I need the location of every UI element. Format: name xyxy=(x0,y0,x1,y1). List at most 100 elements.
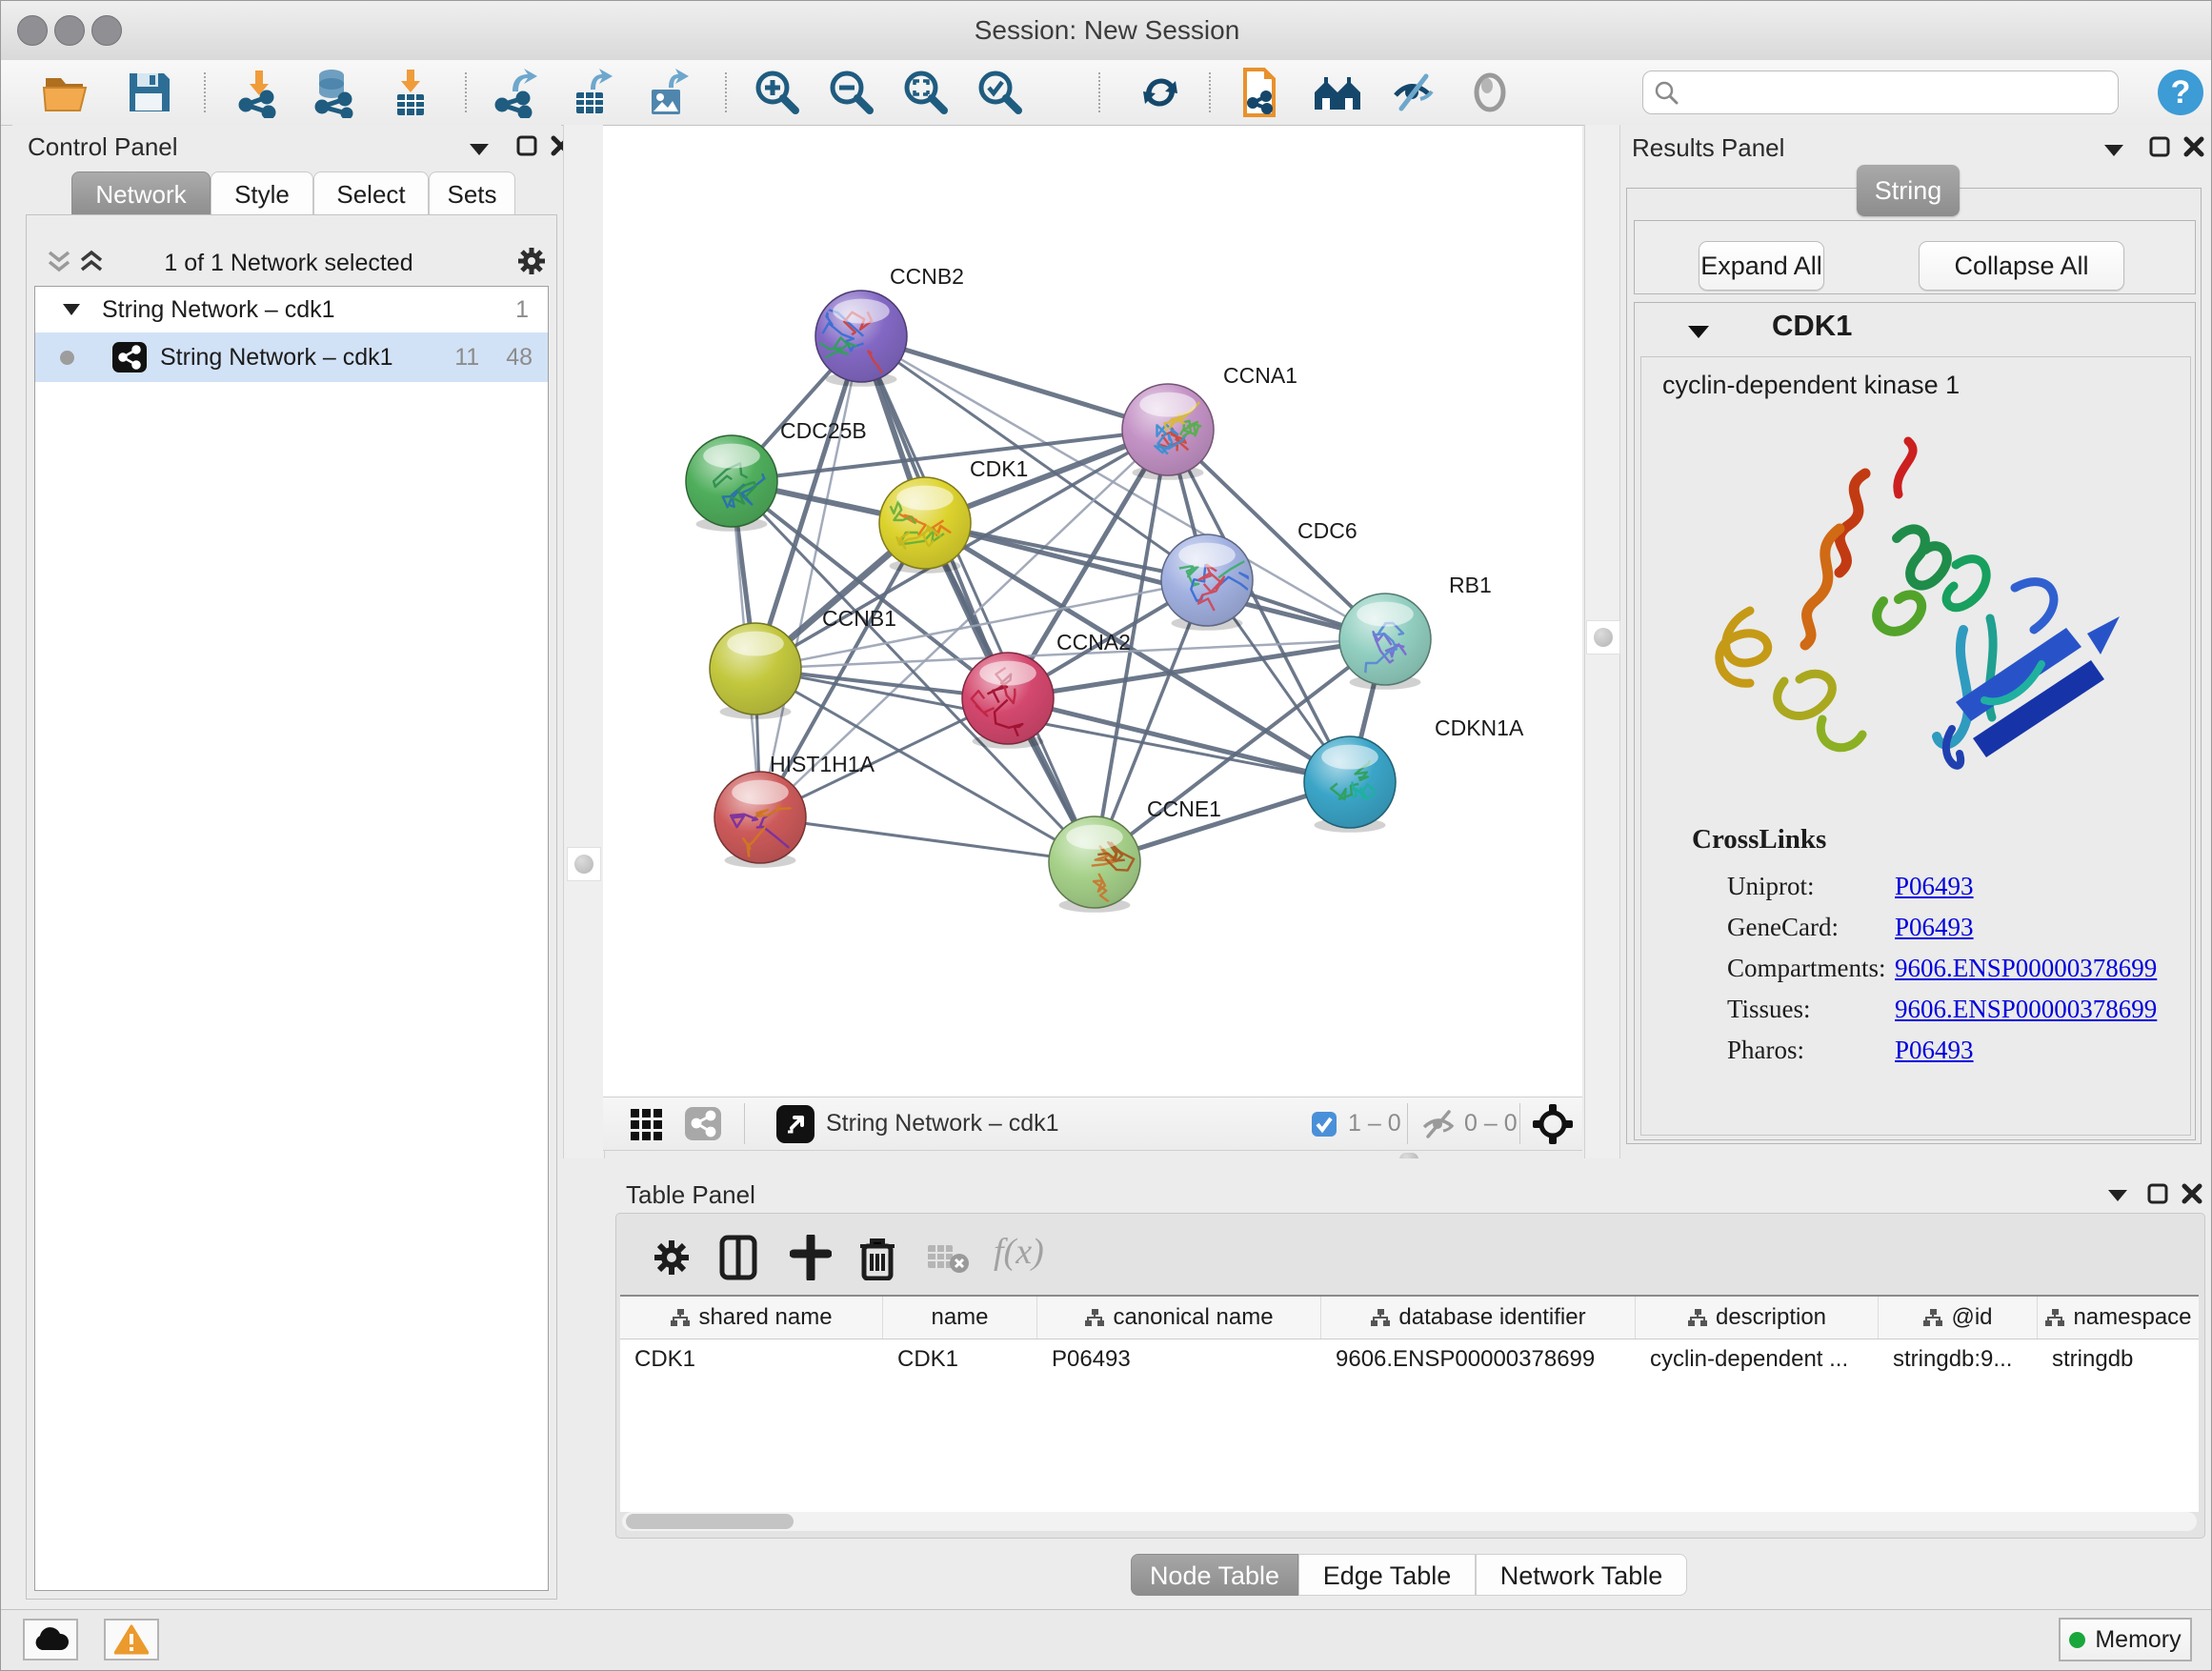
column-header[interactable]: description xyxy=(1636,1297,1879,1339)
network-node-cdc25b[interactable] xyxy=(686,435,777,532)
string-network-graph[interactable]: CCNB2CCNA1CDC25BCDK1CDC6RB1CCNB1CCNA2CDK… xyxy=(603,126,1582,1097)
delete-column-trash-icon[interactable] xyxy=(858,1235,896,1280)
help-icon[interactable]: ? xyxy=(2156,68,2205,117)
collapse-all-button[interactable]: Collapse All xyxy=(1919,241,2124,291)
table-cell[interactable]: P06493 xyxy=(1037,1339,1321,1379)
network-list-icon[interactable] xyxy=(685,1107,721,1140)
zoom-selected-icon[interactable] xyxy=(975,67,1026,118)
maximize-panel-icon[interactable] xyxy=(2146,1182,2169,1205)
selected-nodes-checkbox-icon[interactable] xyxy=(1312,1112,1337,1137)
birds-eye-view-icon[interactable] xyxy=(776,1105,814,1143)
network-node-hist1h1a[interactable] xyxy=(714,772,806,868)
zoom-out-icon[interactable] xyxy=(826,67,877,118)
tab-edge-table[interactable]: Edge Table xyxy=(1298,1554,1476,1596)
tab-select[interactable]: Select xyxy=(313,171,429,215)
export-network-icon[interactable] xyxy=(490,67,541,118)
maximize-panel-icon[interactable] xyxy=(515,134,538,157)
show-all-icon[interactable] xyxy=(1464,67,1516,118)
cloud-button[interactable] xyxy=(23,1619,78,1661)
collapse-all-icon[interactable] xyxy=(46,250,72,274)
table-settings-gear-icon[interactable] xyxy=(651,1237,693,1278)
network-node-ccnb1[interactable] xyxy=(710,623,801,719)
warning-button[interactable] xyxy=(104,1619,159,1661)
tab-string[interactable]: String xyxy=(1857,165,1960,216)
expand-all-button[interactable]: Expand All xyxy=(1699,241,1824,291)
network-options-gear-icon[interactable] xyxy=(514,244,549,278)
tree-expander-icon[interactable] xyxy=(62,302,81,317)
network-edge-ccnb2-hist1h1a[interactable] xyxy=(760,336,861,817)
add-column-icon[interactable] xyxy=(790,1235,832,1280)
network-edge-ccnb2-ccne1[interactable] xyxy=(861,336,1095,862)
network-from-file-icon[interactable] xyxy=(1236,67,1287,118)
network-node-rb1[interactable] xyxy=(1339,594,1431,690)
crosslink-value-link[interactable]: P06493 xyxy=(1895,913,1974,941)
crosslink-value-link[interactable]: P06493 xyxy=(1895,1036,1974,1064)
crosslink-value-link[interactable]: 9606.ENSP00000378699 xyxy=(1895,954,2157,982)
network-node-ccna2[interactable] xyxy=(962,653,1054,749)
expand-all-icon[interactable] xyxy=(78,250,105,274)
close-panel-icon[interactable] xyxy=(2182,135,2205,158)
function-builder-icon[interactable]: f(x) xyxy=(994,1231,1044,1273)
network-node-ccnb2[interactable] xyxy=(804,291,907,395)
column-header[interactable]: shared name xyxy=(620,1297,883,1339)
network-node-ccna1[interactable] xyxy=(1122,384,1214,480)
tab-style[interactable]: Style xyxy=(211,171,313,215)
close-panel-icon[interactable] xyxy=(2181,1182,2203,1205)
network-node-cdkn1a[interactable] xyxy=(1304,736,1396,833)
refresh-layout-icon[interactable] xyxy=(1135,67,1186,118)
table-row[interactable]: CDK1 CDK1 P06493 9606.ENSP00000378699 cy… xyxy=(620,1339,2199,1379)
left-splitter-handle[interactable] xyxy=(567,847,601,881)
network-tree-root-row[interactable]: String Network – cdk1 1 xyxy=(35,287,548,332)
first-neighbors-icon[interactable] xyxy=(1312,67,1363,118)
tab-network[interactable]: Network xyxy=(71,171,211,215)
network-node-cdc6[interactable] xyxy=(1161,534,1257,631)
network-edge-ccnb2-ccna1[interactable] xyxy=(861,336,1168,430)
column-header[interactable]: database identifier xyxy=(1321,1297,1636,1339)
table-cell[interactable]: 9606.ENSP00000378699 xyxy=(1321,1339,1636,1379)
hide-selected-icon[interactable] xyxy=(1388,67,1439,118)
save-icon[interactable] xyxy=(123,67,174,118)
float-panel-icon[interactable] xyxy=(2102,143,2125,158)
export-table-icon[interactable] xyxy=(566,67,617,118)
import-network-icon[interactable] xyxy=(232,67,284,118)
show-columns-icon[interactable] xyxy=(719,1235,757,1280)
delete-table-icon[interactable] xyxy=(927,1242,971,1275)
grid-view-icon[interactable] xyxy=(630,1108,664,1140)
export-image-icon[interactable] xyxy=(642,67,694,118)
column-header[interactable]: canonical name xyxy=(1037,1297,1321,1339)
right-splitter-handle[interactable] xyxy=(1586,620,1620,654)
tab-sets[interactable]: Sets xyxy=(429,171,515,215)
table-horizontal-scrollbar[interactable] xyxy=(622,1512,2197,1531)
float-panel-icon[interactable] xyxy=(2106,1188,2129,1203)
memory-button[interactable]: Memory xyxy=(2059,1618,2192,1661)
network-node-ccne1[interactable] xyxy=(1049,816,1140,913)
gene-section-expander-icon[interactable] xyxy=(1687,324,1710,340)
table-cell[interactable]: cyclin-dependent ... xyxy=(1636,1339,1879,1379)
network-tree-child-row[interactable]: String Network – cdk1 11 48 xyxy=(35,332,548,382)
column-header[interactable]: @id xyxy=(1879,1297,2038,1339)
table-cell[interactable]: CDK1 xyxy=(620,1339,883,1379)
table-cell[interactable]: stringdb xyxy=(2038,1339,2199,1379)
scrollbar-thumb[interactable] xyxy=(626,1514,794,1529)
import-table-icon[interactable] xyxy=(385,67,436,118)
search-field[interactable] xyxy=(1642,70,2119,114)
tab-network-table[interactable]: Network Table xyxy=(1476,1554,1687,1596)
right-splitter[interactable] xyxy=(1584,125,1620,1158)
crosslink-value-link[interactable]: P06493 xyxy=(1895,872,1974,900)
maximize-panel-icon[interactable] xyxy=(2148,135,2171,158)
table-cell[interactable]: CDK1 xyxy=(883,1339,1037,1379)
table-cell[interactable]: stringdb:9... xyxy=(1879,1339,2038,1379)
column-header[interactable]: name xyxy=(883,1297,1037,1339)
open-folder-icon[interactable] xyxy=(41,67,92,118)
float-panel-icon[interactable] xyxy=(468,142,491,157)
network-node-cdk1[interactable] xyxy=(879,477,971,574)
crosslink-value-link[interactable]: 9606.ENSP00000378699 xyxy=(1895,995,2157,1023)
import-database-icon[interactable] xyxy=(309,67,360,118)
zoom-fit-icon[interactable] xyxy=(900,67,952,118)
zoom-in-icon[interactable] xyxy=(752,67,803,118)
tab-node-table[interactable]: Node Table xyxy=(1131,1554,1298,1596)
network-canvas[interactable]: CCNB2CCNA1CDC25BCDK1CDC6RB1CCNB1CCNA2CDK… xyxy=(603,125,1582,1097)
network-edge-ccne1-hist1h1a[interactable] xyxy=(760,817,1095,862)
search-input[interactable] xyxy=(1679,78,2093,107)
birds-eye-toggle-crosshair-icon[interactable] xyxy=(1533,1104,1573,1144)
